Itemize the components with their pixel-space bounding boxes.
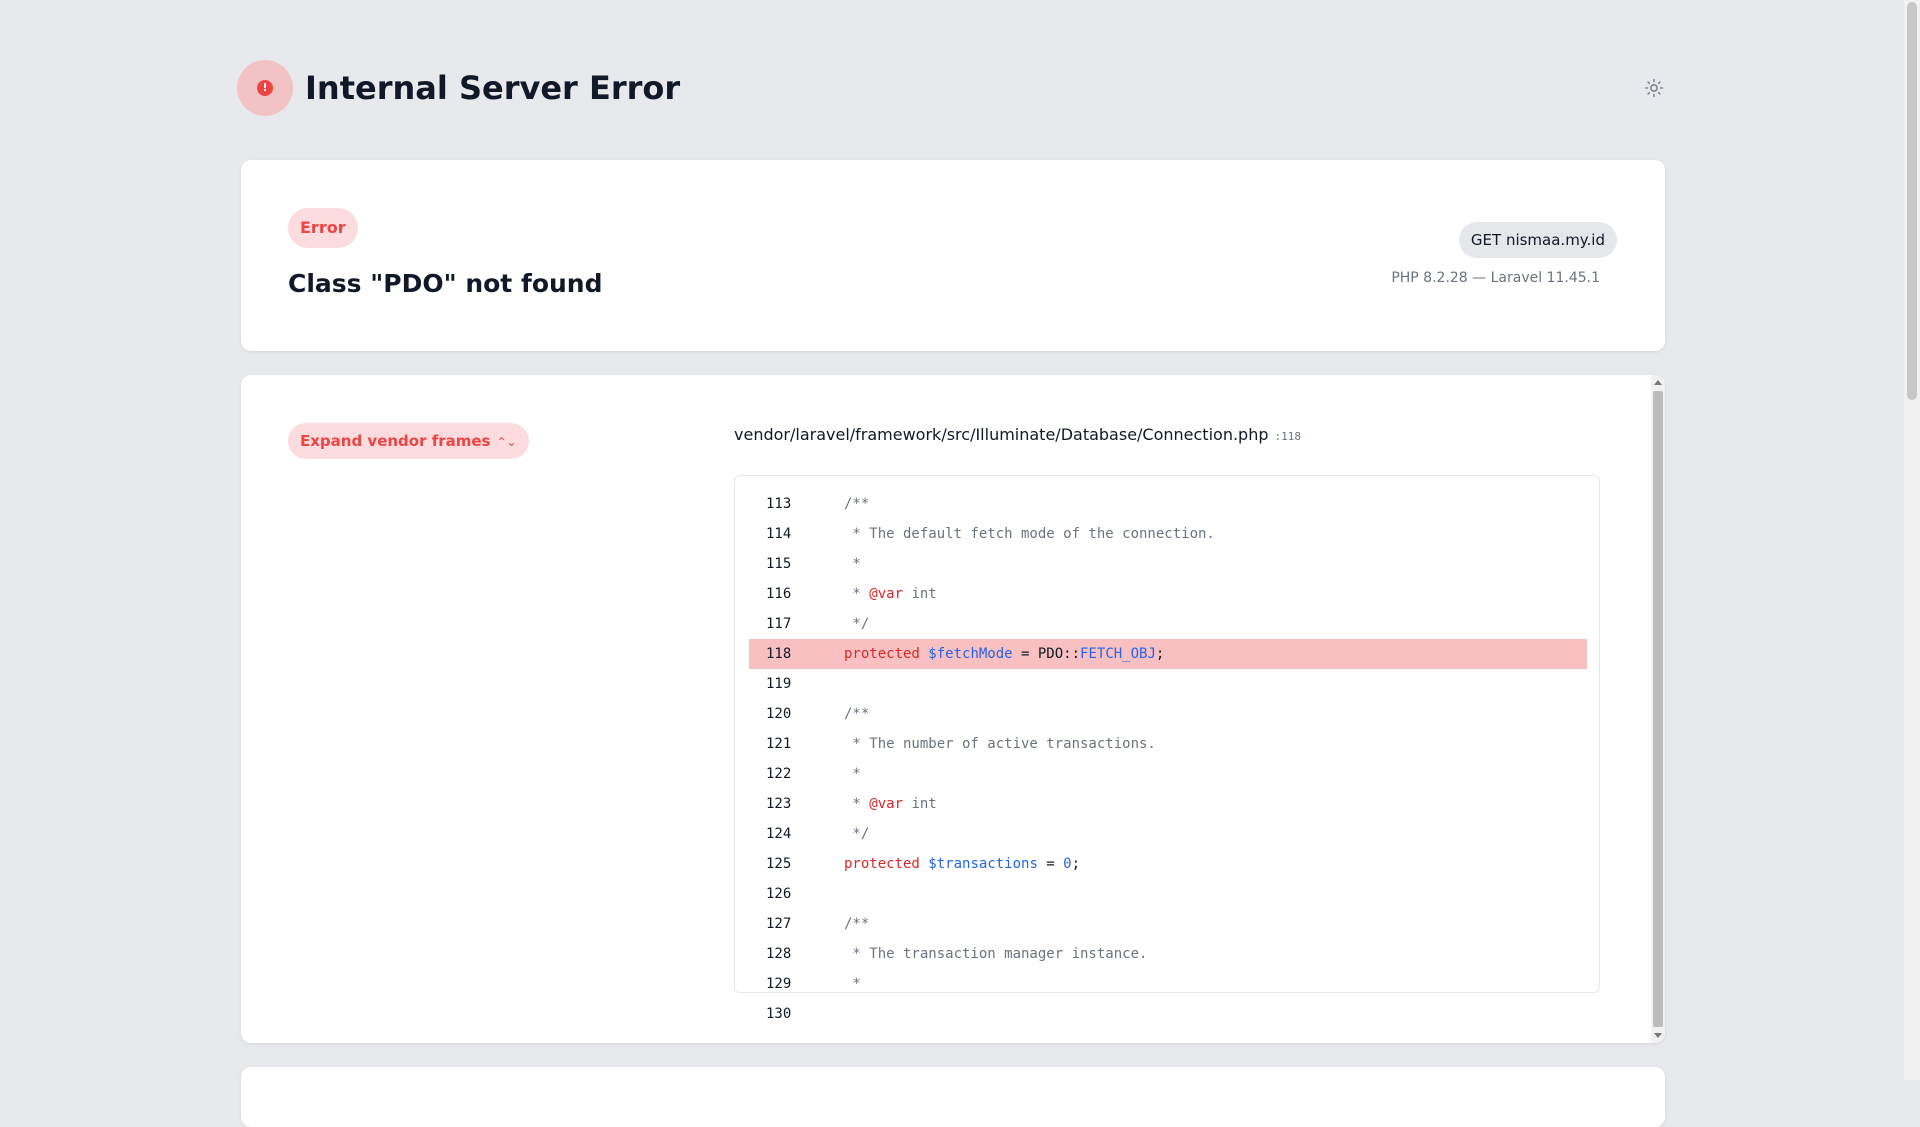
code-line: 123 * @var int: [749, 789, 1587, 819]
scroll-down-arrow-icon[interactable]: [1654, 1033, 1662, 1038]
code-scrollbar-thumb[interactable]: [1653, 391, 1663, 1027]
code-line: 130: [749, 999, 1587, 1029]
page-title: Internal Server Error: [305, 69, 681, 107]
line-code: /**: [844, 706, 870, 722]
code-line: 122 *: [749, 759, 1587, 789]
line-number: 115: [766, 556, 792, 572]
line-code: *: [844, 766, 861, 782]
line-code: * The default fetch mode of the connecti…: [844, 526, 1215, 542]
line-code: * The number of active transactions.: [844, 736, 1156, 752]
line-number: 125: [766, 856, 792, 872]
line-number: 122: [766, 766, 792, 782]
code-line: 125 protected $transactions = 0;: [749, 849, 1587, 879]
line-code: /**: [844, 496, 870, 512]
line-number: 118: [766, 646, 792, 662]
line-number: 117: [766, 616, 792, 632]
line-code: * The transaction manager instance.: [844, 946, 1148, 962]
code-line-highlighted: 118 protected $fetchMode = PDO::FETCH_OBJ…: [749, 639, 1587, 669]
line-code: *: [844, 976, 861, 992]
code-line: 124 */: [749, 819, 1587, 849]
line-code: /**: [844, 916, 870, 932]
error-icon-badge: !: [237, 60, 293, 116]
line-code: */: [844, 826, 870, 842]
line-number: 123: [766, 796, 792, 812]
page-header: ! Internal Server Error: [237, 60, 1664, 116]
line-number: 126: [766, 886, 792, 902]
line-number: 119: [766, 676, 792, 692]
stack-frame-card: Expand vendor frames ⌃⌄ vendor/laravel/fr…: [241, 375, 1665, 1043]
version-info: PHP 8.2.28 — Laravel 11.45.1: [1391, 270, 1600, 286]
next-section-card: [241, 1067, 1665, 1127]
chevron-up-down-icon: ⌃⌄: [496, 435, 517, 449]
file-path-text: vendor/laravel/framework/src/Illuminate/…: [734, 425, 1269, 444]
code-line: 127 /**: [749, 909, 1587, 939]
line-number: 120: [766, 706, 792, 722]
line-number: 130: [766, 1006, 792, 1022]
frame-file-path: vendor/laravel/framework/src/Illuminate/…: [734, 423, 1301, 449]
code-line: 119: [749, 669, 1587, 699]
exclamation-circle-icon: !: [257, 80, 273, 96]
code-line: 116 * @var int: [749, 579, 1587, 609]
sun-icon: [1644, 78, 1664, 98]
page-scrollbar[interactable]: [1904, 0, 1920, 1080]
exception-message: Class "PDO" not found: [288, 269, 603, 298]
file-line-number: :118: [1274, 430, 1302, 443]
line-code: */: [844, 616, 870, 632]
code-line: 115 *: [749, 549, 1587, 579]
line-code: protected $transactions = 0;: [844, 856, 1081, 872]
code-line: 117 */: [749, 609, 1587, 639]
expand-vendor-frames-button[interactable]: Expand vendor frames ⌃⌄: [288, 423, 529, 459]
theme-toggle-button[interactable]: [1644, 78, 1664, 98]
line-number: 127: [766, 916, 792, 932]
line-number: 114: [766, 526, 792, 542]
page-scrollbar-thumb[interactable]: [1907, 2, 1917, 400]
code-line: 120 /**: [749, 699, 1587, 729]
line-number: 129: [766, 976, 792, 992]
code-line: 126: [749, 879, 1587, 909]
code-scrollbar[interactable]: [1651, 375, 1665, 1043]
request-badge: GET nismaa.my.id: [1458, 222, 1617, 258]
code-line: 113 /**: [749, 489, 1587, 519]
code-snippet: 113 /** 114 * The default fetch mode of th…: [749, 489, 1587, 1029]
expand-vendor-frames-label: Expand vendor frames: [300, 432, 491, 450]
error-type-badge: Error: [288, 208, 358, 248]
line-number: 128: [766, 946, 792, 962]
line-number: 116: [766, 586, 792, 602]
line-code: * @var int: [844, 796, 937, 812]
exception-summary-card: Error Class "PDO" not found GET nismaa.m…: [241, 160, 1665, 351]
line-number: 113: [766, 496, 792, 512]
line-code: *: [844, 556, 861, 572]
code-line: 129 *: [749, 969, 1587, 999]
scroll-up-arrow-icon[interactable]: [1654, 380, 1662, 385]
line-code: protected $fetchMode = PDO::FETCH_OBJ;: [844, 646, 1165, 662]
code-line: 114 * The default fetch mode of the conn…: [749, 519, 1587, 549]
code-line: 128 * The transaction manager instance.: [749, 939, 1587, 969]
code-line: 121 * The number of active transactions.: [749, 729, 1587, 759]
line-number: 121: [766, 736, 792, 752]
line-code: * @var int: [844, 586, 937, 602]
line-number: 124: [766, 826, 792, 842]
